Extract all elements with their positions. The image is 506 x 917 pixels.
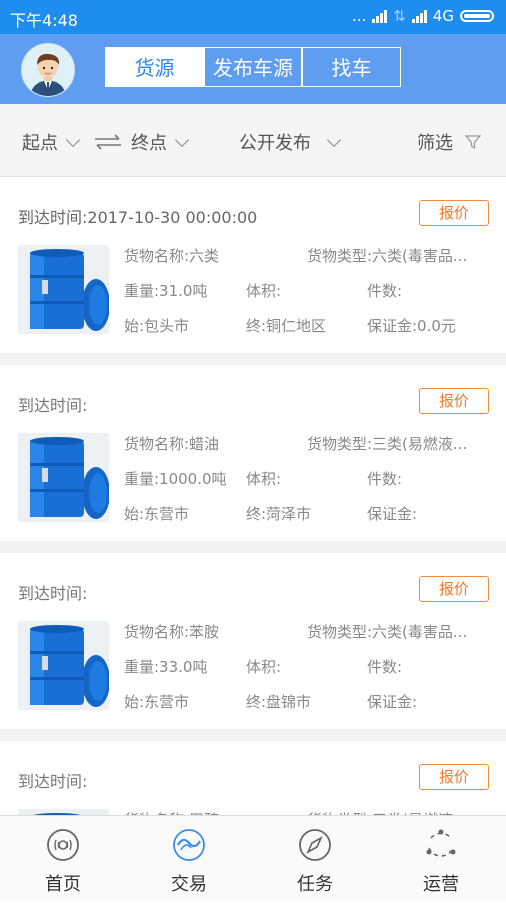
route-to: 终:铜仁地区: [246, 317, 327, 335]
signal-icon-2: [411, 9, 427, 23]
tab-cargo-source[interactable]: 货源: [105, 47, 204, 87]
destination-label: 终点: [131, 133, 167, 154]
arrival-time: 到达时间:: [18, 772, 88, 791]
bottom-nav: 首页 交易 任务 运营: [0, 815, 506, 901]
cargo-pieces: 件数:: [367, 658, 403, 676]
filter-bar: 起点 终点 公开发布 筛选: [0, 104, 506, 177]
cargo-weight: 重量:31.0吨: [124, 282, 208, 300]
cargo-card[interactable]: 到达时间:2017-10-30 00:00:00 报价 货物名称:六类 货物类型…: [0, 177, 506, 353]
chevron-down-icon: [65, 132, 81, 147]
publish-filter[interactable]: 公开发布: [239, 129, 342, 155]
deposit: 保证金:: [367, 505, 418, 523]
cargo-pieces: 件数:: [367, 282, 403, 300]
battery-icon: [460, 10, 494, 22]
publish-label: 公开发布: [239, 133, 311, 154]
quote-button[interactable]: 报价: [419, 764, 489, 790]
tab-find-vehicle[interactable]: 找车: [302, 47, 401, 87]
nav-tasks[interactable]: 任务: [252, 816, 378, 901]
chevron-down-icon: [326, 132, 342, 147]
cargo-volume: 体积:: [246, 658, 282, 676]
operations-icon: [426, 829, 456, 857]
nav-operations-label: 运营: [423, 874, 459, 895]
cargo-volume: 体积:: [246, 282, 282, 300]
funnel-icon: [465, 135, 481, 150]
destination-filter[interactable]: 终点: [131, 129, 190, 155]
chevron-down-icon: [174, 132, 190, 147]
quote-button[interactable]: 报价: [419, 576, 489, 602]
cargo-weight: 重量:33.0吨: [124, 658, 208, 676]
nav-trade-label: 交易: [171, 874, 207, 895]
cargo-image: [18, 433, 109, 522]
route-to: 终:盘锦市: [246, 693, 312, 711]
cargo-image: [18, 621, 109, 710]
route-to: 终:菏泽市: [246, 505, 312, 523]
nav-operations[interactable]: 运营: [378, 816, 504, 901]
dots-icon: ...: [351, 7, 367, 25]
nav-tasks-label: 任务: [297, 874, 333, 895]
deposit: 保证金:0.0元: [367, 317, 456, 335]
cargo-name: 货物名称:苯胺: [124, 623, 220, 641]
status-bar: 下午4:48 ... ⇅ 4G: [0, 0, 506, 34]
cargo-volume: 体积:: [246, 470, 282, 488]
tab-publish-vehicle[interactable]: 发布车源: [204, 47, 302, 87]
status-time: 下午4:48: [10, 11, 78, 30]
arrival-time: 到达时间:2017-10-30 00:00:00: [18, 208, 258, 227]
cargo-image: [18, 245, 109, 334]
quote-button[interactable]: 报价: [419, 200, 489, 226]
home-icon: [47, 829, 79, 861]
nav-home-label: 首页: [45, 874, 81, 895]
cargo-weight: 重量:1000.0吨: [124, 470, 227, 488]
origin-filter[interactable]: 起点: [22, 129, 81, 155]
arrival-time: 到达时间:: [18, 396, 88, 415]
nav-home[interactable]: 首页: [0, 816, 126, 901]
swap-icon[interactable]: [93, 134, 123, 150]
network-type: 4G: [432, 7, 454, 25]
cargo-name: 货物名称:六类: [124, 247, 220, 265]
cargo-name: 货物名称:蜡油: [124, 435, 220, 453]
compass-icon: [299, 829, 331, 861]
route-from: 始:东营市: [124, 505, 190, 523]
cargo-type: 货物类型:六类(毒害品...: [307, 247, 468, 265]
cargo-type: 货物类型:六类(毒害品...: [307, 623, 468, 641]
cargo-pieces: 件数:: [367, 470, 403, 488]
signal-icon: [372, 9, 388, 23]
route-from: 始:东营市: [124, 693, 190, 711]
trade-icon: [173, 829, 205, 861]
deposit: 保证金:: [367, 693, 418, 711]
tab-segment: 货源 发布车源 找车: [105, 47, 401, 87]
header: 货源 发布车源 找车: [0, 34, 506, 104]
cargo-card[interactable]: 到达时间: 报价 货物名称:苯胺 货物类型:六类(毒害品... 重量:33.0吨…: [0, 553, 506, 729]
route-from: 始:包头市: [124, 317, 190, 335]
origin-label: 起点: [22, 133, 58, 154]
cargo-type: 货物类型:三类(易燃液...: [307, 435, 468, 453]
filter-button[interactable]: 筛选: [417, 129, 481, 155]
avatar[interactable]: [21, 43, 75, 97]
nav-trade[interactable]: 交易: [126, 816, 252, 901]
arrival-time: 到达时间:: [18, 584, 88, 603]
filter-label: 筛选: [417, 133, 453, 154]
cargo-card[interactable]: 到达时间: 报价 货物名称:蜡油 货物类型:三类(易燃液... 重量:1000.…: [0, 365, 506, 541]
quote-button[interactable]: 报价: [419, 388, 489, 414]
data-arrows-icon: ⇅: [393, 7, 406, 25]
status-icons: ... ⇅ 4G: [352, 7, 494, 25]
